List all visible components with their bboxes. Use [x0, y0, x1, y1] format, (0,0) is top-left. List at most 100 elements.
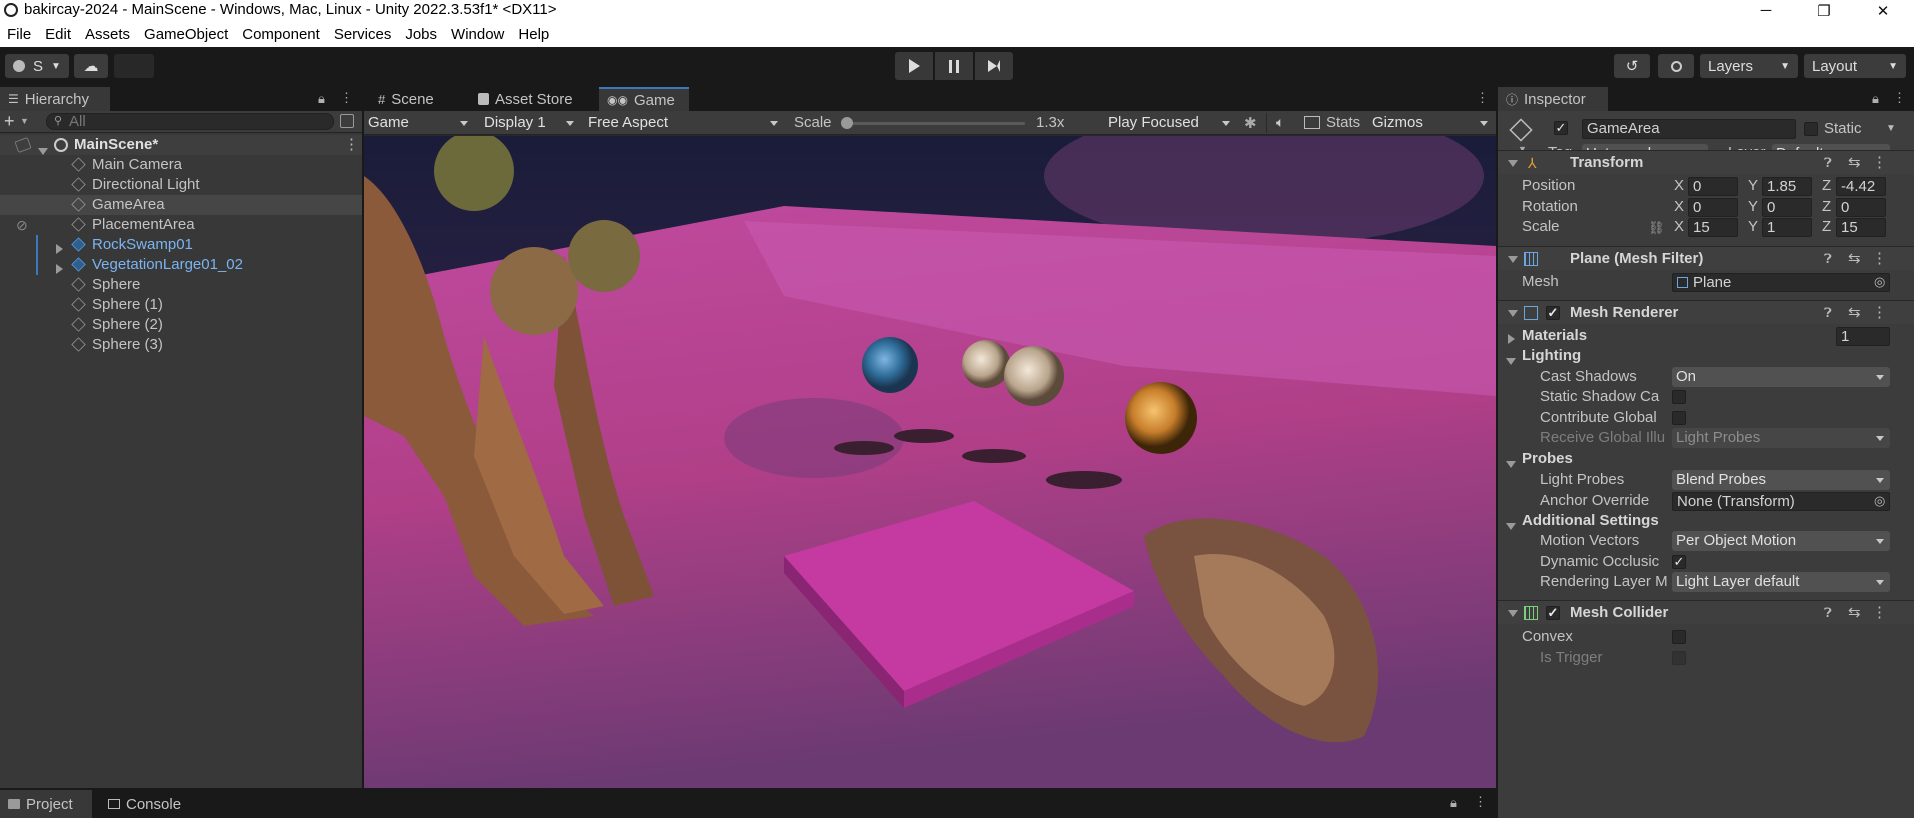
tab-inspector[interactable]: ⓘ Inspector: [1498, 87, 1608, 111]
play-button[interactable]: [895, 52, 933, 80]
layout-dropdown[interactable]: Layout ▼: [1804, 54, 1906, 78]
gameobject-icon: [1509, 118, 1533, 142]
chevron-down-icon[interactable]: ▼: [20, 116, 29, 126]
tag-dropdown[interactable]: Untagged: [1582, 144, 1708, 164]
play-mode-dropdown[interactable]: Play Focused: [1104, 113, 1236, 133]
chevron-down-icon[interactable]: ▼: [1518, 144, 1527, 154]
hierarchy-item-label: Directional Light: [92, 176, 200, 193]
hierarchy-search-input[interactable]: All: [46, 113, 334, 130]
scale-label: Scale: [794, 114, 832, 131]
tab-console[interactable]: Console: [100, 790, 189, 818]
restore-button[interactable]: ❐: [1801, 0, 1847, 21]
menu-help[interactable]: Help: [511, 26, 556, 43]
sphere-gold: [1125, 382, 1197, 454]
splitter[interactable]: [1496, 87, 1498, 818]
kebab-menu-icon[interactable]: ⋮: [1893, 90, 1906, 106]
layer-dropdown[interactable]: Default: [1772, 144, 1890, 164]
divider: [1266, 113, 1267, 133]
object-name-input[interactable]: GameArea: [1582, 119, 1796, 139]
hierarchy-item[interactable]: PlacementArea: [0, 215, 362, 235]
tab-project[interactable]: Project: [0, 790, 92, 818]
game-mode-dropdown[interactable]: Game: [364, 113, 474, 133]
hierarchy-item[interactable]: Sphere (3): [0, 335, 362, 355]
collab-button[interactable]: [114, 54, 154, 78]
lock-icon[interactable]: 🔒︎: [1872, 91, 1879, 107]
scale-slider[interactable]: [845, 122, 1025, 125]
game-panel: Game Display 1 Free Aspect Scale 1.3x Pl…: [364, 111, 1496, 788]
kebab-menu-icon[interactable]: ⋮: [1474, 794, 1487, 810]
menu-window[interactable]: Window: [444, 26, 511, 43]
hierarchy-item-label: PlacementArea: [92, 216, 195, 233]
cloud-button[interactable]: ☁: [74, 54, 108, 78]
static-checkbox[interactable]: [1804, 122, 1818, 136]
mute-audio-icon[interactable]: 🔈︎: [1276, 114, 1284, 131]
tab-hierarchy[interactable]: ☰ Hierarchy: [0, 87, 110, 111]
menu-gameobject[interactable]: GameObject: [137, 26, 235, 43]
menu-component[interactable]: Component: [235, 26, 327, 43]
gamepad-icon: ◉◉: [607, 93, 628, 107]
hierarchy-item-label: RockSwamp01: [92, 236, 193, 253]
gameobject-icon: [71, 217, 86, 232]
hierarchy-item[interactable]: GameArea: [0, 195, 362, 215]
lock-icon[interactable]: 🔒︎: [318, 91, 325, 107]
search-button[interactable]: [1658, 54, 1694, 78]
tab-asset-store[interactable]: Asset Store: [470, 87, 581, 111]
hierarchy-item[interactable]: Sphere (1): [0, 295, 362, 315]
add-icon[interactable]: +: [4, 111, 15, 132]
gizmos-dropdown[interactable]: Gizmos: [1368, 113, 1494, 133]
prefab-icon: [71, 237, 86, 252]
title-bar: bakircay-2024 - MainScene - Windows, Mac…: [0, 0, 1914, 21]
hierarchy-item[interactable]: Main Camera: [0, 155, 362, 175]
game-viewport[interactable]: [364, 136, 1496, 788]
game-toolbar: Game Display 1 Free Aspect Scale 1.3x Pl…: [364, 111, 1496, 135]
menu-edit[interactable]: Edit: [38, 26, 78, 43]
menu-assets[interactable]: Assets: [78, 26, 137, 43]
hierarchy-item-label: Sphere: [92, 276, 141, 293]
tab-inspector-label: Inspector: [1524, 90, 1586, 108]
menu-jobs[interactable]: Jobs: [398, 26, 444, 43]
scale-slider-handle[interactable]: [841, 117, 853, 129]
hierarchy-item-label: Sphere (2): [92, 316, 163, 333]
menu-bar: File Edit Assets GameObject Component Se…: [0, 21, 1914, 47]
hierarchy-item-label: VegetationLarge01_02: [92, 256, 243, 273]
kebab-menu-icon[interactable]: ⋮: [340, 90, 353, 106]
tab-game[interactable]: ◉◉ Game: [599, 87, 689, 111]
visibility-icon[interactable]: [14, 136, 32, 154]
stats-button[interactable]: Stats: [1326, 113, 1360, 133]
scene-row[interactable]: MainScene* ⋮: [0, 135, 362, 155]
aspect-dropdown[interactable]: Free Aspect: [584, 113, 784, 133]
layers-dropdown[interactable]: Layers ▼: [1700, 54, 1798, 78]
step-button[interactable]: [975, 52, 1013, 80]
splitter[interactable]: [362, 87, 364, 788]
pause-button[interactable]: [935, 52, 973, 80]
minimize-button[interactable]: ─: [1743, 0, 1789, 21]
filter-icon[interactable]: [340, 114, 354, 128]
menu-services[interactable]: Services: [327, 26, 399, 43]
menu-file[interactable]: File: [0, 26, 38, 43]
hierarchy-item-label: Sphere (3): [92, 336, 163, 353]
tab-asset-store-label: Asset Store: [495, 90, 573, 108]
tab-hierarchy-label: Hierarchy: [24, 90, 89, 108]
kebab-menu-icon[interactable]: ⋮: [1476, 90, 1489, 106]
hierarchy-item[interactable]: Sphere (2): [0, 315, 362, 335]
lock-icon[interactable]: 🔒︎: [1450, 795, 1457, 811]
prefab-override-marker: [36, 255, 38, 275]
hierarchy-item[interactable]: Directional Light: [0, 175, 362, 195]
hierarchy-item[interactable]: RockSwamp01: [0, 235, 362, 255]
hierarchy-item[interactable]: VegetationLarge01_02: [0, 255, 362, 275]
kebab-menu-icon[interactable]: ⋮: [344, 135, 359, 155]
tab-scene-label: Scene: [391, 90, 434, 108]
bug-icon[interactable]: ✱: [1244, 114, 1257, 132]
keyboard-icon[interactable]: [1304, 116, 1320, 129]
undo-history-button[interactable]: ↺: [1614, 54, 1650, 78]
hierarchy-item[interactable]: Sphere: [0, 275, 362, 295]
close-button[interactable]: ✕: [1860, 0, 1906, 21]
tab-scene[interactable]: # Scene: [370, 87, 442, 111]
gameobject-icon: [71, 337, 86, 352]
active-checkbox[interactable]: ✓: [1554, 121, 1568, 135]
hidden-toggle-icon[interactable]: ⊘: [16, 217, 28, 234]
account-dropdown[interactable]: S ▼: [5, 54, 69, 78]
static-dropdown-icon[interactable]: ▼: [1886, 123, 1896, 134]
unity-scene-icon: [54, 138, 68, 152]
display-dropdown[interactable]: Display 1: [480, 113, 580, 133]
